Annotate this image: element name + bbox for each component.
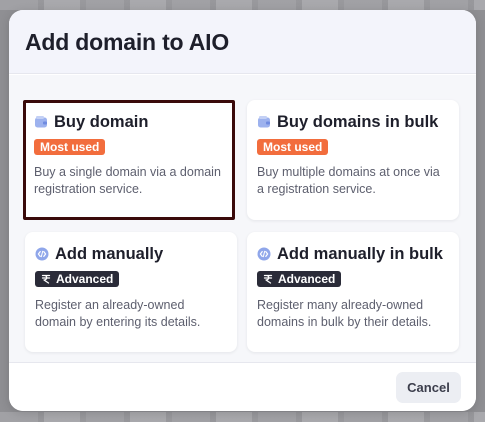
option-title-row: Add manually xyxy=(35,243,226,265)
option-title-row: Buy domains in bulk xyxy=(257,111,448,133)
dialog-footer: Cancel xyxy=(9,362,476,411)
option-title: Buy domains in bulk xyxy=(277,112,439,131)
most-used-badge: Most used xyxy=(34,139,106,155)
option-title: Add manually xyxy=(55,244,164,263)
option-description: Buy multiple domains at once via a regis… xyxy=(257,165,440,196)
background-page-strip-bottom xyxy=(0,412,485,422)
badge-label: Advanced xyxy=(278,272,336,286)
option-description: Buy a single domain via a domain registr… xyxy=(34,165,221,196)
rupee-icon xyxy=(263,274,273,284)
dialog-header: Add domain to AIO xyxy=(9,10,476,74)
badge-label: Advanced xyxy=(56,272,114,286)
badge-label: Most used xyxy=(263,140,323,154)
most-used-badge: Most used xyxy=(257,139,329,155)
advanced-badge: Advanced xyxy=(257,271,342,287)
advanced-badge: Advanced xyxy=(35,271,120,287)
rupee-icon xyxy=(41,274,51,284)
background-page-strip xyxy=(0,0,485,10)
code-icon xyxy=(257,247,271,261)
option-description: Register an already-owned domain by ente… xyxy=(35,298,201,329)
option-title-row: Buy domain xyxy=(34,111,224,133)
cancel-button[interactable]: Cancel xyxy=(396,372,461,403)
dialog-body: Buy domain Most used Buy a single domain… xyxy=(9,75,476,362)
option-title: Add manually in bulk xyxy=(277,244,443,263)
add-domain-dialog: Add domain to AIO Buy domain Most used B… xyxy=(9,10,476,411)
dialog-title: Add domain to AIO xyxy=(25,29,230,55)
option-buy-domain[interactable]: Buy domain Most used Buy a single domain… xyxy=(23,100,235,220)
option-add-manually-in-bulk[interactable]: Add manually in bulk Advanced Register m… xyxy=(247,232,459,352)
code-icon xyxy=(35,247,49,261)
option-title-row: Add manually in bulk xyxy=(257,243,448,265)
option-add-manually[interactable]: Add manually Advanced Register an alread… xyxy=(25,232,237,352)
option-description: Register many already-owned domains in b… xyxy=(257,298,432,329)
option-buy-domains-in-bulk[interactable]: Buy domains in bulk Most used Buy multip… xyxy=(247,100,459,220)
wallet-icon xyxy=(35,116,47,128)
wallet-icon xyxy=(258,116,270,128)
badge-label: Most used xyxy=(40,140,100,154)
option-title: Buy domain xyxy=(54,112,149,131)
